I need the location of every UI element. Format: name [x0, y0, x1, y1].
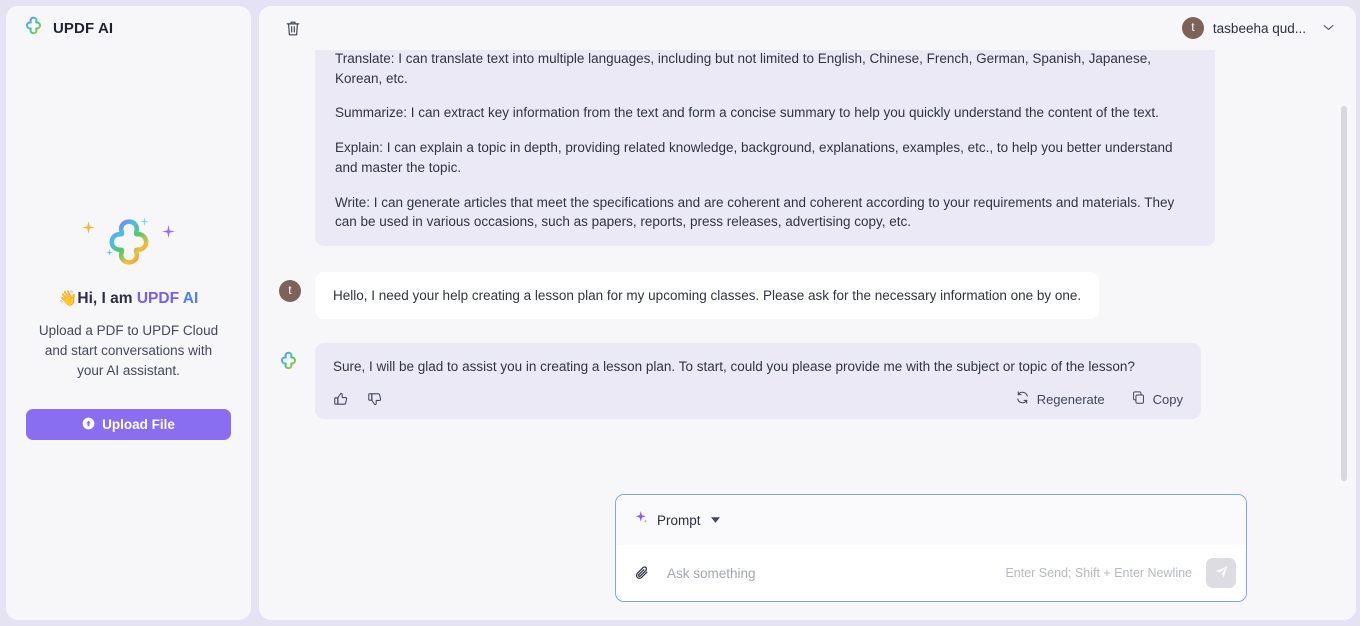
sparkle-icon — [634, 510, 649, 530]
assistant-bubble: Translate: I can translate text into mul… — [315, 50, 1215, 246]
sidebar: UPDF AI 👋Hi, I am UPDF AI Upload a PDF t… — [6, 6, 251, 620]
updf-clover-logo-icon — [279, 352, 298, 374]
updf-clover-logo-icon — [24, 16, 43, 40]
message-avatar-spacer — [279, 50, 301, 66]
hero-greeting: 👋Hi, I am UPDF AI — [24, 289, 233, 308]
thumbs-up-icon[interactable] — [333, 391, 349, 407]
hero-description: Upload a PDF to UPDF Cloud and start con… — [38, 323, 219, 378]
composer: Prompt Enter Send; Shift + Enter Newline — [615, 494, 1247, 602]
message-assistant-reply: Sure, I will be glad to assist you in cr… — [279, 343, 1324, 420]
upload-arrow-icon — [82, 417, 95, 433]
send-button[interactable] — [1206, 558, 1236, 588]
user-bubble: Hello, I need your help creating a lesso… — [315, 271, 1100, 320]
sparkle-decor-small-icon — [106, 243, 113, 261]
avatar: t — [279, 279, 301, 302]
prompt-dropdown-label: Prompt — [657, 512, 701, 528]
message-actions: Regenerate Copy — [333, 390, 1183, 408]
hero-greeting-prefix: Hi, I am — [77, 290, 137, 307]
send-plane-icon — [1214, 564, 1229, 582]
upload-file-button-label: Upload File — [102, 417, 175, 432]
composer-hint: Enter Send; Shift + Enter Newline — [1005, 566, 1192, 580]
copy-button-label: Copy — [1152, 391, 1183, 407]
sidebar-hero: 👋Hi, I am UPDF AI Upload a PDF to UPDF C… — [6, 211, 251, 381]
composer-toolbar: Prompt — [616, 495, 1246, 545]
user-name: tasbeeha qud... — [1212, 20, 1306, 36]
wave-emoji-icon: 👋 — [58, 290, 78, 307]
composer-input-row: Enter Send; Shift + Enter Newline — [616, 545, 1246, 601]
thumbs-down-icon[interactable] — [367, 391, 383, 407]
refresh-icon — [1015, 390, 1030, 408]
assistant-paragraph: Translate: I can translate text into mul… — [335, 51, 1151, 86]
message-avatar: t — [279, 279, 301, 302]
upload-file-button[interactable]: Upload File — [26, 409, 231, 440]
search-input[interactable] — [665, 564, 992, 582]
message-assistant-intro: Translate: I can translate text into mul… — [279, 50, 1324, 246]
message-user: t Hello, I need your help creating a les… — [279, 271, 1324, 320]
hero-greeting-brand-text: UPDF — [136, 290, 183, 307]
assistant-paragraph: Write: I can generate articles that meet… — [335, 194, 1175, 230]
assistant-reply-text: Sure, I will be glad to assist you in cr… — [333, 359, 1135, 375]
sidebar-header: UPDF AI — [6, 6, 251, 50]
hero-greeting-brand-ai: AI — [182, 290, 199, 307]
composer-wrap: Prompt Enter Send; Shift + Enter Newline — [259, 494, 1356, 620]
main-panel: t tasbeeha qud... Translate: I can trans… — [259, 6, 1356, 620]
brand-name: UPDF AI — [53, 19, 114, 37]
message-avatar — [279, 351, 301, 373]
sparkle-decor-icon — [82, 221, 95, 239]
prompt-dropdown[interactable]: Prompt — [634, 510, 720, 530]
sparkle-decor-teal-icon — [140, 213, 149, 231]
chat-scroll-area[interactable]: Translate: I can translate text into mul… — [259, 50, 1356, 494]
chevron-down-icon — [1323, 23, 1334, 34]
message-actions-right: Regenerate Copy — [1015, 390, 1183, 408]
copy-button[interactable]: Copy — [1131, 390, 1183, 408]
caret-down-icon — [710, 515, 720, 525]
user-menu[interactable]: t tasbeeha qud... — [1181, 17, 1334, 39]
regenerate-button[interactable]: Regenerate — [1015, 390, 1105, 408]
paperclip-icon[interactable] — [634, 564, 651, 582]
hero-logo-wrap — [24, 211, 233, 277]
hero-greeting-brand: UPDF AI — [137, 290, 198, 307]
copy-icon — [1131, 390, 1146, 408]
main-topbar: t tasbeeha qud... — [259, 6, 1356, 50]
assistant-bubble: Sure, I will be glad to assist you in cr… — [315, 343, 1201, 420]
app-root: UPDF AI 👋Hi, I am UPDF AI Upload a PDF t… — [0, 0, 1360, 626]
assistant-paragraph: Summarize: I can extract key information… — [335, 105, 1159, 121]
sparkle-decor-purple-icon — [162, 225, 175, 243]
message-actions-left — [333, 391, 383, 407]
trash-icon[interactable] — [281, 16, 305, 40]
regenerate-button-label: Regenerate — [1036, 391, 1105, 407]
avatar: t — [1181, 17, 1204, 39]
assistant-paragraph: Explain: I can explain a topic in depth,… — [335, 140, 1173, 175]
